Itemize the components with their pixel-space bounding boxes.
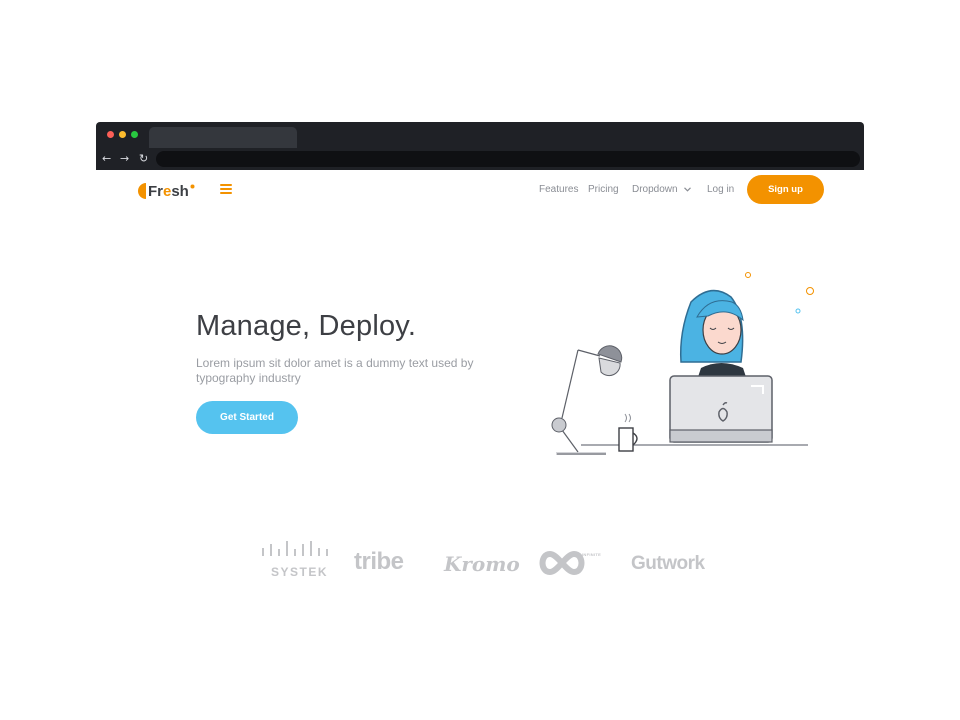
gutwork-logo: Gutwork	[631, 553, 705, 574]
signup-button[interactable]: Sign up	[747, 175, 824, 204]
browser-tab[interactable]	[149, 127, 297, 148]
browser-toolbar: ← → ↻	[96, 148, 864, 170]
close-window-dot[interactable]	[107, 131, 114, 138]
get-started-button[interactable]: Get Started	[196, 401, 298, 434]
browser-window: ← → ↻ Fresh Features Pricing Dropdown Lo…	[96, 122, 864, 486]
hero-title: Manage, Deploy.	[196, 310, 417, 342]
client-logos: SYSTEK tribe Kromo INFINITE Gutwork	[0, 536, 960, 586]
decor-circle-icon	[806, 287, 814, 295]
nav-dropdown[interactable]: Dropdown	[632, 184, 692, 195]
infinite-logo: INFINITE	[536, 548, 606, 578]
nav-link-features[interactable]: Features	[539, 184, 578, 195]
decor-circle-icon	[795, 308, 801, 314]
nav-dropdown-label: Dropdown	[632, 184, 678, 195]
hamburger-icon[interactable]	[220, 184, 232, 194]
infinity-icon	[539, 550, 585, 576]
logo-spark-icon	[190, 184, 195, 189]
reload-icon[interactable]: ↻	[139, 151, 148, 167]
hero-illustration	[551, 272, 814, 455]
desk-lamp-icon	[551, 345, 623, 455]
address-bar[interactable]	[156, 151, 860, 167]
maximize-window-dot[interactable]	[131, 131, 138, 138]
tribe-logo: tribe	[354, 548, 404, 575]
kromo-logo: Kromo	[444, 552, 520, 576]
minimize-window-dot[interactable]	[119, 131, 126, 138]
nav-link-login[interactable]: Log in	[707, 184, 734, 195]
site-navbar: Fresh Features Pricing Dropdown Log in S…	[96, 170, 864, 214]
forward-arrow-icon[interactable]: →	[120, 151, 129, 167]
decor-circle-icon	[745, 272, 751, 278]
browser-tab-bar	[96, 122, 864, 148]
logo-mark-icon	[138, 183, 146, 199]
systek-bars-icon	[262, 541, 328, 556]
systek-logo: SYSTEK	[261, 540, 331, 580]
infinite-label: INFINITE	[582, 552, 602, 557]
hero-subtitle: Lorem ipsum sit dolor amet is a dummy te…	[196, 356, 474, 385]
chevron-down-icon	[684, 187, 692, 192]
logo-text: Fresh	[148, 182, 189, 200]
nav-link-pricing[interactable]: Pricing	[588, 184, 619, 195]
back-arrow-icon[interactable]: ←	[102, 151, 111, 167]
fresh-logo[interactable]: Fresh	[138, 180, 195, 202]
systek-label: SYSTEK	[271, 565, 329, 579]
laptop-icon	[669, 375, 773, 443]
